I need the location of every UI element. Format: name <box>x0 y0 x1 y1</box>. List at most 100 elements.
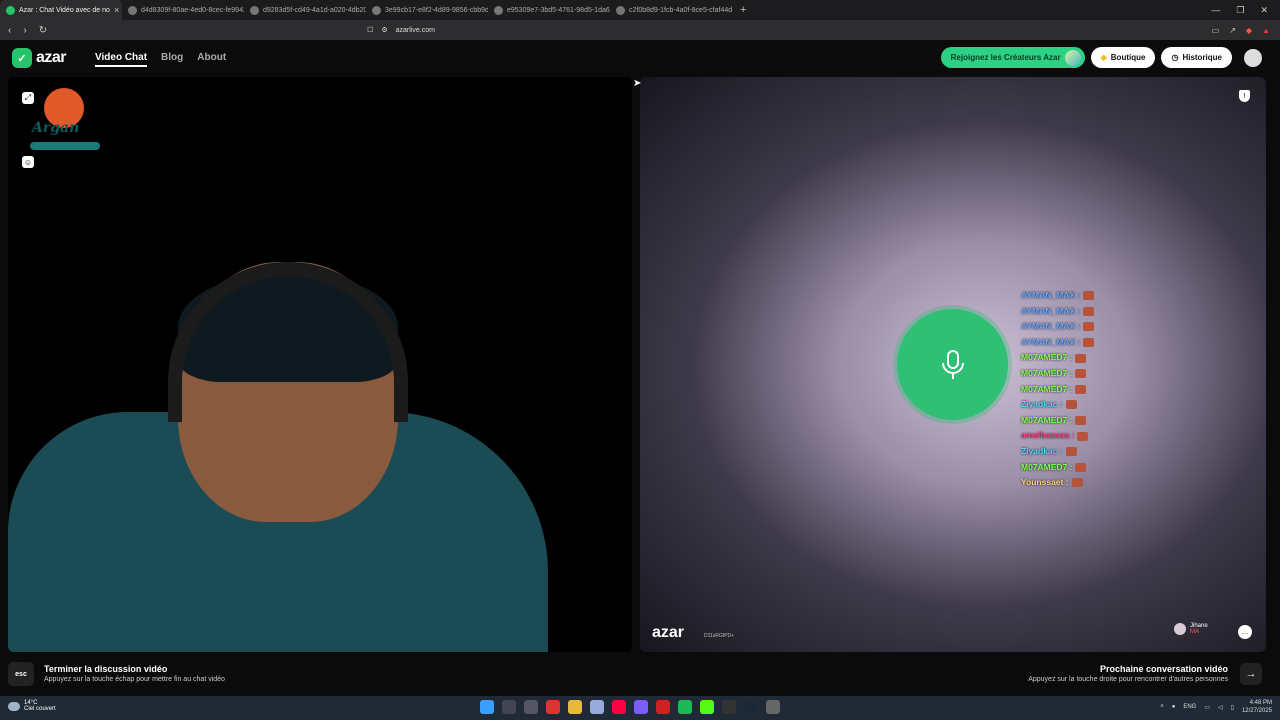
window-controls: — ❐ ✕ <box>1211 5 1280 16</box>
share-icon[interactable]: ↗ <box>1229 26 1236 35</box>
chat-line: Younssaet : <box>1021 475 1094 491</box>
gift-emote-icon <box>1077 431 1089 441</box>
browser-tab[interactable]: c2f0b8d9-1fcb-4a0f-8ce5-cfaf44d6× <box>610 0 732 20</box>
file-explorer-icon[interactable] <box>568 700 582 714</box>
chat-username: AYMAN_MAX : <box>1021 305 1081 316</box>
diamond-icon: ◆ <box>1100 53 1107 62</box>
battery-icon[interactable]: ▯ <box>1231 704 1234 711</box>
new-tab-button[interactable]: + <box>740 4 746 16</box>
app-icon[interactable] <box>722 700 736 714</box>
volume-icon[interactable]: ◁ <box>1218 704 1223 711</box>
clock-icon: ◷ <box>1171 53 1179 62</box>
network-icon[interactable]: ▭ <box>1204 704 1210 711</box>
next-arrow-button[interactable]: → <box>1240 663 1262 685</box>
app-icon[interactable] <box>656 700 670 714</box>
chat-line: AYMAN_MAX : <box>1021 319 1095 335</box>
gift-emote-icon <box>1083 306 1095 316</box>
chat-line: M07AMED7 : <box>1021 460 1094 476</box>
local-user-figure <box>8 262 568 652</box>
restore-icon[interactable]: ❐ <box>1236 5 1244 16</box>
chat-username: M07AMED7 : <box>1021 352 1073 363</box>
app-icon[interactable] <box>546 700 560 714</box>
azar-watermark: azar <box>652 624 685 641</box>
gift-emote-icon <box>1083 322 1095 332</box>
gift-emote-icon <box>1065 447 1077 457</box>
chat-username: Ziyadkac : <box>1021 399 1063 410</box>
browser-tab[interactable]: e95309e7-3bd5-4761-98d5-1da6b8× <box>488 0 610 20</box>
kick-icon[interactable] <box>700 700 714 714</box>
chat-line: amelbaaaaa : <box>1021 428 1094 444</box>
creators-badge-icon <box>1064 49 1081 66</box>
spotify-icon[interactable] <box>678 700 692 714</box>
profile-avatar[interactable] <box>1244 48 1262 67</box>
peer-info[interactable]: Jihane MA <box>1174 623 1208 635</box>
clock[interactable]: 4:48 PM 12/27/2025 <box>1242 699 1272 715</box>
browser-tab[interactable]: Azar : Chat Vidéo avec de no × <box>0 0 122 20</box>
browser-tab[interactable]: d4d8309f-80ae-4ed0-8cec-fe9942e0× <box>122 0 244 20</box>
chat-line: M07AMED7 : <box>1021 350 1094 366</box>
nav-about[interactable]: About <box>197 52 226 67</box>
end-chat-title: Terminer la discussion vidéo <box>44 664 168 674</box>
history-button[interactable]: ◷ Historique <box>1161 47 1232 68</box>
nav-blog[interactable]: Blog <box>161 52 183 67</box>
obs-icon[interactable] <box>766 700 780 714</box>
creators-button[interactable]: Rejoignez les Créateurs Azar <box>940 47 1085 68</box>
start-icon[interactable] <box>480 700 494 714</box>
brave-shield-icon[interactable]: ◆ <box>1246 26 1252 35</box>
gift-emote-icon <box>1075 416 1087 426</box>
next-chat-subtitle: Appuyez sur la touche droite pour rencon… <box>1028 676 1228 683</box>
back-icon[interactable]: ‹ <box>8 25 11 36</box>
chat-line: Ziyadkac : <box>1021 397 1094 413</box>
effects-icon[interactable]: ☺ <box>22 156 34 168</box>
chat-username: Ziyadkac : <box>1021 445 1063 456</box>
chat-line: M07AMED7 : <box>1021 413 1094 429</box>
cloud-icon <box>8 701 20 711</box>
weather-widget[interactable]: 14°C Ciel couvert <box>8 700 56 712</box>
gift-emote-icon <box>1075 353 1087 363</box>
mic-tray-icon[interactable]: ● <box>1172 704 1176 710</box>
language[interactable]: ENG <box>1183 704 1196 710</box>
address-bar: ‹ › ↻ ☐ ⚙ azarlive.com ▭ ↗ ◆ ▲ <box>0 20 1280 40</box>
browser-tab[interactable]: 3e99cb17-e8f2-4d89-9856-cbb9d8× <box>366 0 488 20</box>
steam-icon[interactable] <box>744 700 758 714</box>
azar-logo[interactable]: ✓ azar <box>12 48 67 68</box>
cast-icon[interactable]: ▭ <box>1212 26 1220 35</box>
end-chat-subtitle: Appuyez sur la touche échap pour mettre … <box>44 676 225 683</box>
esc-button[interactable]: esc <box>8 662 34 686</box>
rewards-icon[interactable]: ▲ <box>1262 26 1270 35</box>
mic-button[interactable] <box>897 309 1008 420</box>
nav-video-chat[interactable]: Video Chat <box>95 52 148 67</box>
reload-icon[interactable]: ↻ <box>39 25 47 36</box>
gift-emote-icon <box>1083 291 1095 301</box>
system-tray: ˄ ● ENG ▭ ◁ ▯ 4:48 PM 12/27/2025 <box>1160 699 1272 715</box>
peer-avatar <box>1174 623 1186 635</box>
search-icon[interactable] <box>502 700 516 714</box>
microphone-icon <box>941 349 964 379</box>
minimize-icon[interactable]: — <box>1211 5 1220 16</box>
chat-username: AYMAN_MAX : <box>1021 290 1081 300</box>
task-view-icon[interactable] <box>524 700 538 714</box>
message-icon[interactable]: … <box>1238 625 1252 639</box>
main-nav: Video Chat Blog About <box>95 52 226 67</box>
session-id: D11sRGfPD+ <box>704 633 735 639</box>
bookmark-icon[interactable]: ☐ <box>367 26 373 34</box>
browser-tab[interactable]: d9283d5f-cd49-4a1d-a020-4db20fc× <box>244 0 366 20</box>
close-tab-icon[interactable]: × <box>114 5 119 15</box>
expand-icon[interactable]: ⤢ <box>22 92 34 104</box>
mouse-cursor-icon: ➤ <box>633 78 642 89</box>
brave-icon[interactable] <box>612 700 626 714</box>
calendar-icon[interactable] <box>590 700 604 714</box>
chat-line: AYMAN_MAX : <box>1021 288 1095 304</box>
chevron-up-icon[interactable]: ˄ <box>1160 704 1164 710</box>
chat-username: M07AMED7 : <box>1021 461 1073 472</box>
local-video <box>8 77 632 652</box>
url-text[interactable]: azarlive.com <box>396 27 435 34</box>
forward-icon[interactable]: › <box>23 25 26 36</box>
site-info-icon[interactable]: ⚙ <box>381 26 387 34</box>
discord-icon[interactable] <box>634 700 648 714</box>
shop-button[interactable]: ◆ Boutique <box>1090 47 1156 68</box>
close-icon[interactable]: ✕ <box>1260 5 1268 16</box>
gift-emote-icon <box>1083 338 1095 348</box>
chat-username: Younssaet : <box>1021 477 1069 488</box>
report-shield-icon[interactable]: ! <box>1239 90 1250 102</box>
